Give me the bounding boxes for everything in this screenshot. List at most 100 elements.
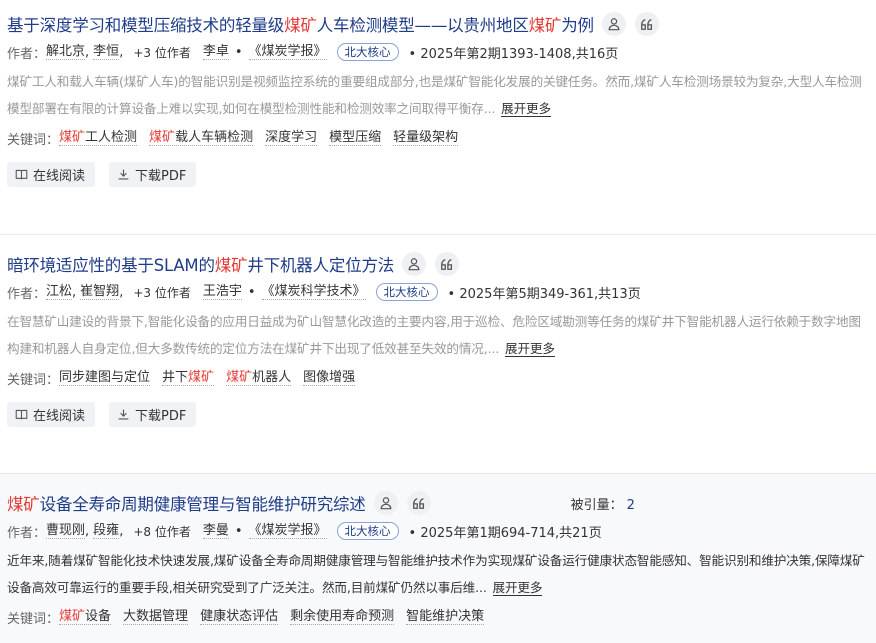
more-authors-toggle[interactable]: +3 位作者 (133, 284, 191, 301)
title-segment: 煤矿 (214, 256, 248, 275)
core-badge: 北大核心 (336, 522, 399, 540)
keywords-label: 关键词： (7, 372, 60, 388)
download-icon (118, 169, 129, 180)
abstract: 在智慧矿山建设的背景下,智能化设备的应用日益成为矿山智慧化改造的主要内容,用于巡… (7, 314, 861, 357)
title-segment: 暗环境适应性的基于SLAM的 (7, 256, 215, 275)
keyword-segment: 煤矿 (59, 130, 86, 145)
keyword-link[interactable]: 健康状态评估 (200, 609, 279, 625)
author-icon-button[interactable] (373, 491, 398, 515)
cited-count: 被引量： 2 (570, 497, 635, 513)
authors-label: 作者： (7, 46, 47, 62)
expand-more-link[interactable]: 展开更多 (501, 101, 551, 117)
keyword-segment: 煤矿 (226, 370, 253, 385)
article-card: 暗环境适应性的基于SLAM的煤矿井下机器人定位方法 作者： 江松, 崔智翔, +… (0, 251, 876, 428)
keyword-link[interactable]: 大数据管理 (123, 609, 189, 625)
read-online-button[interactable]: 在线阅读 (7, 402, 96, 427)
author-link[interactable]: 江松 (46, 284, 73, 300)
more-authors-toggle[interactable]: +3 位作者 (133, 44, 191, 61)
title-segment: 井下机器人定位方法 (247, 256, 395, 275)
keyword-link[interactable]: 煤矿机器人 (226, 370, 292, 386)
keyword-link[interactable]: 轻量级架构 (393, 130, 459, 146)
keyword-link[interactable]: 井下煤矿 (162, 370, 215, 386)
quote-icon (441, 259, 453, 270)
keyword-segment: 模型压缩 (329, 130, 382, 145)
cited-count-link[interactable]: 2 (627, 498, 635, 513)
core-badge: 北大核心 (375, 283, 438, 301)
book-icon (15, 409, 28, 420)
keyword-segment: 载人车辆检测 (175, 130, 254, 145)
author-link[interactable]: 李恒 (93, 44, 120, 60)
quote-icon (640, 19, 652, 30)
keyword-segment: 健康状态评估 (200, 609, 279, 624)
keyword-link[interactable]: 煤矿设备 (59, 609, 112, 625)
title-segment: 基于深度学习和模型压缩技术的轻量级 (7, 16, 285, 35)
issue-info: • 2025年第2期1393-1408,共16页 (408, 46, 619, 62)
keywords-row: 关键词： 煤矿工人检测 煤矿载人车辆检测 深度学习 模型压缩 轻量级架构 (7, 127, 876, 149)
keyword-segment: 煤矿 (59, 609, 86, 624)
expand-more-link[interactable]: 展开更多 (492, 580, 542, 596)
expand-more-link[interactable]: 展开更多 (505, 341, 555, 357)
keywords-label: 关键词： (7, 611, 60, 627)
journal-link[interactable]: 《煤炭学报》 (248, 44, 327, 60)
cite-button[interactable] (634, 12, 659, 36)
issue-info: • 2025年第5期349-361,共13页 (447, 286, 641, 302)
divider (0, 234, 876, 235)
keyword-segment: 轻量级架构 (393, 130, 459, 145)
download-pdf-button[interactable]: 下载PDF (109, 402, 197, 427)
person-icon (608, 18, 620, 31)
author-link[interactable]: 李曼 (202, 523, 229, 539)
keyword-link[interactable]: 模型压缩 (329, 130, 382, 146)
authors-label: 作者： (7, 286, 47, 302)
title-segment: 为例 (561, 16, 594, 35)
keyword-segment: 大数据管理 (123, 609, 189, 624)
keyword-link[interactable]: 同步建图与定位 (59, 370, 151, 386)
keyword-segment: 深度学习 (265, 130, 318, 145)
keywords-row: 关键词： 煤矿设备 大数据管理 健康状态评估 剩余使用寿命预测 智能维护决策 (7, 606, 876, 628)
title-segment: 煤矿 (7, 495, 40, 514)
keyword-link[interactable]: 智能维护决策 (406, 609, 485, 625)
abstract: 煤矿工人和载人车辆(煤矿人车)的智能识别是视频监控系统的重要组成部分,也是煤矿智… (7, 74, 862, 117)
author-link[interactable]: 曹现刚 (46, 523, 86, 539)
keyword-link[interactable]: 深度学习 (265, 130, 318, 146)
article-card: 煤矿设备全寿命周期健康管理与智能维护研究综述 被引量： 2 作者： 曹现刚, 段雍… (0, 474, 876, 643)
author-link[interactable]: 解北京 (46, 44, 86, 60)
author-link[interactable]: 王浩宇 (202, 284, 242, 300)
keyword-segment: 井下 (162, 370, 189, 385)
book-icon (15, 169, 28, 180)
keyword-link[interactable]: 煤矿工人检测 (59, 130, 138, 146)
author-icon-button[interactable] (402, 252, 427, 276)
journal-link[interactable]: 《煤炭学报》 (248, 523, 327, 539)
author-link[interactable]: 段雍 (93, 523, 120, 539)
core-badge: 北大核心 (336, 43, 399, 61)
article-title-link[interactable]: 煤矿设备全寿命周期健康管理与智能维护研究综述 (7, 491, 366, 515)
keyword-link[interactable]: 煤矿载人车辆检测 (149, 130, 254, 146)
cite-button[interactable] (406, 491, 431, 515)
more-authors-toggle[interactable]: +8 位作者 (133, 523, 191, 540)
download-icon (118, 409, 129, 420)
author-link[interactable]: 崔智翔 (80, 284, 120, 300)
keyword-segment: 剩余使用寿命预测 (290, 609, 395, 624)
download-pdf-button[interactable]: 下载PDF (109, 162, 197, 187)
title-segment: 煤矿 (528, 16, 562, 35)
keyword-segment: 煤矿 (188, 370, 215, 385)
keyword-segment: 工人检测 (85, 130, 138, 145)
keyword-segment: 机器人 (252, 370, 292, 385)
authors-label: 作者： (7, 525, 47, 541)
keyword-segment: 图像增强 (303, 370, 356, 385)
article-title-link[interactable]: 基于深度学习和模型压缩技术的轻量级煤矿人车检测模型——以贵州地区煤矿为例 (7, 12, 594, 36)
keyword-link[interactable]: 图像增强 (303, 370, 356, 386)
cite-button[interactable] (435, 252, 460, 276)
keywords-label: 关键词： (7, 132, 60, 148)
article-title-link[interactable]: 暗环境适应性的基于SLAM的煤矿井下机器人定位方法 (7, 252, 394, 276)
person-icon (380, 497, 392, 510)
quote-icon (412, 498, 424, 509)
author-icon-button[interactable] (601, 12, 626, 36)
keyword-link[interactable]: 剩余使用寿命预测 (290, 609, 395, 625)
abstract: 近年来,随着煤矿智能化技术快速发展,煤矿设备全寿命周期健康管理与智能维护技术作为… (7, 553, 865, 596)
title-segment: 煤矿 (284, 16, 317, 35)
person-icon (408, 258, 420, 271)
journal-link[interactable]: 《煤炭科学技术》 (261, 284, 366, 300)
author-link[interactable]: 李卓 (202, 44, 229, 60)
title-segment: 人车检测模型——以贵州地区 (316, 16, 529, 35)
read-online-button[interactable]: 在线阅读 (7, 162, 96, 187)
